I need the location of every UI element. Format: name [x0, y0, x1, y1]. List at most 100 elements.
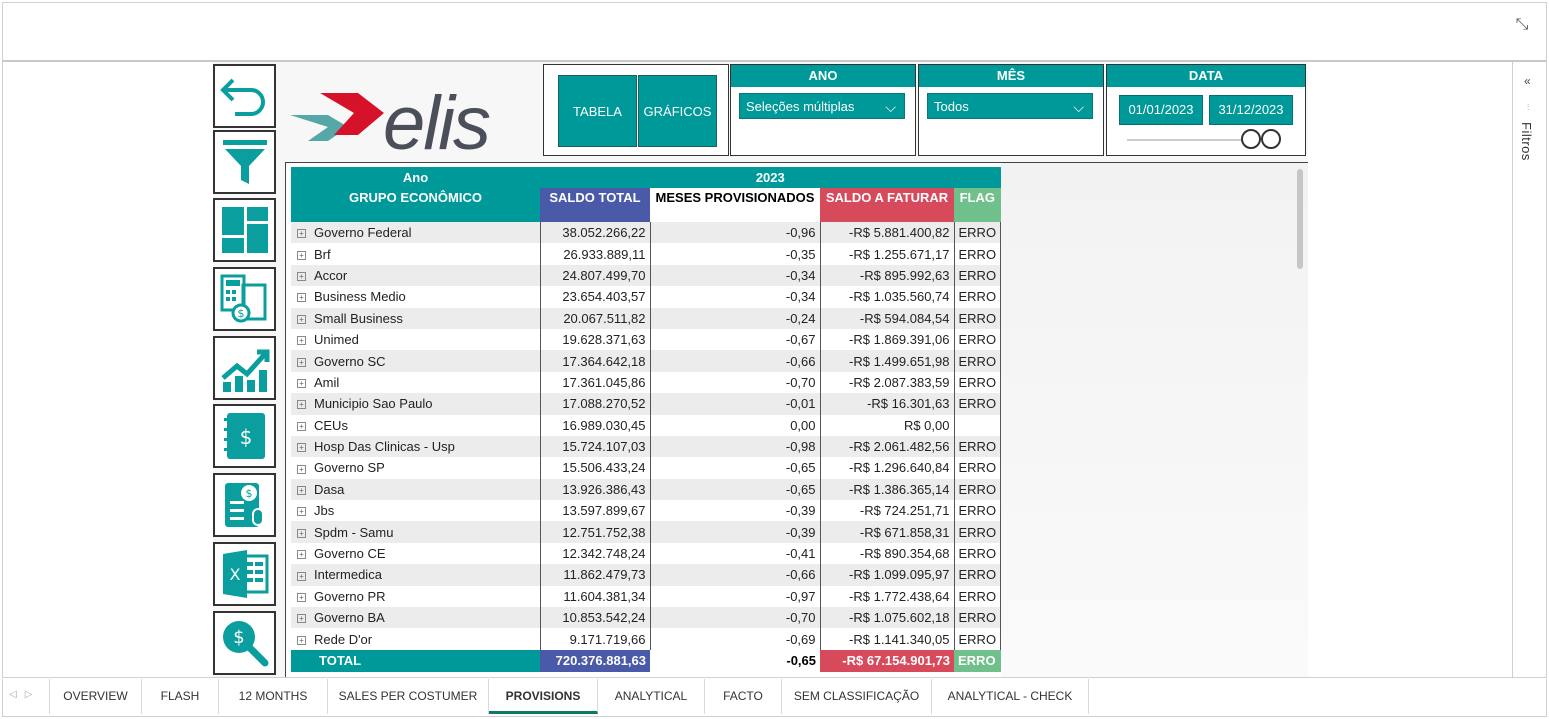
expand-icon[interactable]: ⤡ [1512, 15, 1532, 35]
filter-funnel-icon[interactable] [213, 130, 276, 194]
expand-plus-icon[interactable]: + [297, 550, 306, 560]
table-row[interactable]: + Unimed 19.628.371,63 -0,67 -R$ 1.869.391,0… [291, 328, 1002, 351]
table-row[interactable]: + CEUs 16.989.030,45 0,00 R$ 0,00 [291, 414, 1002, 436]
row-meses-provisionados: -0,98 [649, 435, 820, 458]
expand-plus-icon[interactable]: + [297, 421, 306, 431]
tab-overview[interactable]: OVERVIEW [49, 679, 142, 714]
row-saldo-total: 12.751.752,38 [539, 521, 650, 543]
tab-sales-per-costumer[interactable]: SALES PER COSTUMER [328, 679, 489, 714]
chevron-double-left-icon[interactable]: « [1524, 74, 1531, 88]
expand-plus-icon[interactable]: + [297, 293, 306, 303]
start-date-input[interactable]: 01/01/2023 [1119, 95, 1203, 125]
col-flag[interactable]: FLAG [954, 188, 1001, 222]
table-row[interactable]: + Dasa 13.926.386,43 -0,65 -R$ 1.386.365,14 E… [291, 478, 1002, 501]
expand-plus-icon[interactable]: + [297, 635, 306, 645]
calculator-invoice-icon[interactable]: $ [213, 267, 276, 331]
excel-icon[interactable]: X [213, 542, 276, 606]
table-row[interactable]: + Brf 26.933.889,11 -0,35 -R$ 1.255.671,17 ER… [291, 243, 1002, 265]
table-row[interactable]: + Municipio Sao Paulo 17.088.270,52 -0,01 -R… [291, 393, 1002, 415]
col-saldo-a-faturar[interactable]: SALDO A FATURAR [820, 188, 954, 222]
row-saldo-total: 17.364.642,18 [539, 350, 650, 372]
mes-dropdown[interactable]: Todos ⌵ [927, 93, 1093, 119]
expand-plus-icon[interactable]: + [297, 229, 306, 239]
table-row[interactable]: + Business Medio 23.654.403,57 -0,34 -R$ 1.0… [291, 286, 1002, 308]
expand-plus-icon[interactable]: + [297, 614, 306, 624]
table-row[interactable]: + Jbs 13.597.899,67 -0,39 -R$ 724.251,71 ERRO [291, 500, 1002, 522]
row-group-label: Accor [314, 267, 348, 283]
row-saldo-a-faturar: -R$ 1.141.340,05 [819, 628, 954, 650]
row-group-name: + Governo PR [291, 585, 540, 608]
tab-analytical[interactable]: ANALYTICAL [598, 679, 705, 714]
date-slider-end-handle[interactable] [1261, 129, 1281, 149]
provisions-table-visual: Ano 2023 GRUPO ECONÔMICO SALDO TOTAL MES… [285, 162, 1308, 677]
tab-analytical-check[interactable]: ANALYTICAL - CHECK [932, 679, 1089, 714]
row-flag: ERRO [953, 307, 1002, 329]
growth-chart-icon[interactable] [213, 336, 276, 400]
undo-arrow-icon[interactable] [213, 64, 276, 128]
tab-facto[interactable]: FACTO [705, 679, 782, 714]
expand-plus-icon[interactable]: + [297, 507, 306, 517]
table-row[interactable]: + Accor 24.807.499,70 -0,34 -R$ 895.992,63 ER… [291, 264, 1002, 287]
end-date-input[interactable]: 31/12/2023 [1209, 95, 1293, 125]
report-canvas: $ $ $ X $ elis TABELA GRÁFICOS ANO Seleç… [2, 60, 1547, 678]
expand-plus-icon[interactable]: + [297, 528, 306, 538]
table-row[interactable]: + Governo BA 10.853.542,24 -0,70 -R$ 1.075.6… [291, 607, 1002, 629]
row-group-name: + Accor [291, 264, 540, 287]
table-row[interactable]: + Intermedica 11.862.479,73 -0,66 -R$ 1.099.… [291, 564, 1002, 586]
expand-plus-icon[interactable]: + [297, 485, 306, 495]
expand-plus-icon[interactable]: + [297, 272, 306, 282]
graficos-button[interactable]: GRÁFICOS [638, 75, 717, 147]
row-flag: ERRO [953, 478, 1002, 501]
table-row[interactable]: + Amil 17.361.045,86 -0,70 -R$ 2.087.383,59 E… [291, 371, 1002, 394]
dollar-report-icon[interactable]: $ [213, 473, 276, 537]
ano-dropdown-value: Seleções múltiplas [746, 99, 855, 114]
row-flag: ERRO [953, 457, 1002, 479]
col-saldo-total[interactable]: SALDO TOTAL [540, 188, 650, 222]
expand-plus-icon[interactable]: + [297, 357, 306, 367]
expand-plus-icon[interactable]: + [297, 378, 306, 388]
table-row[interactable]: + Hosp Das Clinicas - Usp 15.724.107,03 -0,… [291, 435, 1002, 458]
expand-plus-icon[interactable]: + [297, 250, 306, 260]
tab-flash[interactable]: FLASH [142, 679, 219, 714]
mes-slicer-title: MÊS [919, 65, 1103, 87]
tab-provisions[interactable]: PROVISIONS [489, 679, 598, 714]
table-row[interactable]: + Governo SC 17.364.642,18 -0,66 -R$ 1.499.6… [291, 350, 1002, 372]
table-row[interactable]: + Small Business 20.067.511,82 -0,24 -R$ 594… [291, 307, 1002, 329]
expand-plus-icon[interactable]: + [297, 314, 306, 324]
ano-dropdown[interactable]: Seleções múltiplas ⌵ [739, 93, 905, 119]
expand-plus-icon[interactable]: + [297, 464, 306, 474]
table-row[interactable]: + Governo CE 12.342.748,24 -0,41 -R$ 890.354… [291, 542, 1002, 565]
expand-plus-icon[interactable]: + [297, 443, 306, 453]
row-meses-provisionados: -0,70 [649, 607, 820, 629]
table-row[interactable]: + Governo PR 11.604.381,34 -0,97 -R$ 1.772.4… [291, 585, 1002, 608]
col-meses-provisionados[interactable]: MESES PROVISIONADOS [650, 188, 820, 222]
row-flag: ERRO [953, 243, 1002, 265]
tab-12-months[interactable]: 12 MONTHS [219, 679, 328, 714]
expand-plus-icon[interactable]: + [297, 400, 306, 410]
tab-sem-classifica-o[interactable]: SEM CLASSIFICAÇÃO [782, 679, 932, 714]
data-slicer-title: DATA [1107, 65, 1305, 87]
row-meses-provisionados: -0,34 [649, 286, 820, 308]
dollar-notebook-icon[interactable]: $ [213, 404, 276, 468]
row-saldo-total: 24.807.499,70 [539, 264, 650, 287]
table-row[interactable]: + Governo SP 15.506.433,24 -0,65 -R$ 1.296.6… [291, 457, 1002, 479]
expand-plus-icon[interactable]: + [297, 571, 306, 581]
col-grupo-economico[interactable]: GRUPO ECONÔMICO [291, 188, 540, 222]
tab-scroll-arrows-icon[interactable]: ◁▷ [9, 689, 40, 700]
dashboard-grid-icon[interactable] [213, 198, 276, 262]
table-row[interactable]: + Rede D'or 9.171.719,66 -0,69 -R$ 1.141.340… [291, 628, 1002, 650]
date-slider-start-handle[interactable] [1241, 129, 1261, 149]
tabela-button[interactable]: TABELA [558, 75, 637, 147]
row-saldo-a-faturar: -R$ 1.099.095,97 [819, 564, 954, 586]
row-saldo-total: 17.361.045,86 [539, 371, 650, 394]
table-row[interactable]: + Spdm - Samu 12.751.752,38 -0,39 -R$ 671.85… [291, 521, 1002, 543]
vertical-scrollbar[interactable] [1297, 169, 1303, 269]
row-meses-provisionados: -0,39 [649, 500, 820, 522]
dollar-search-icon[interactable]: $ [213, 611, 276, 675]
filters-pane[interactable]: « ⫶ Filtros [1512, 62, 1546, 677]
expand-plus-icon[interactable]: + [297, 336, 306, 346]
expand-plus-icon[interactable]: + [297, 592, 306, 602]
table-row[interactable]: + Governo Federal 38.052.266,22 -0,96 -R$ 5.… [291, 222, 1002, 244]
row-saldo-a-faturar: R$ 0,00 [819, 414, 954, 436]
row-group-name: + Rede D'or [291, 628, 540, 650]
